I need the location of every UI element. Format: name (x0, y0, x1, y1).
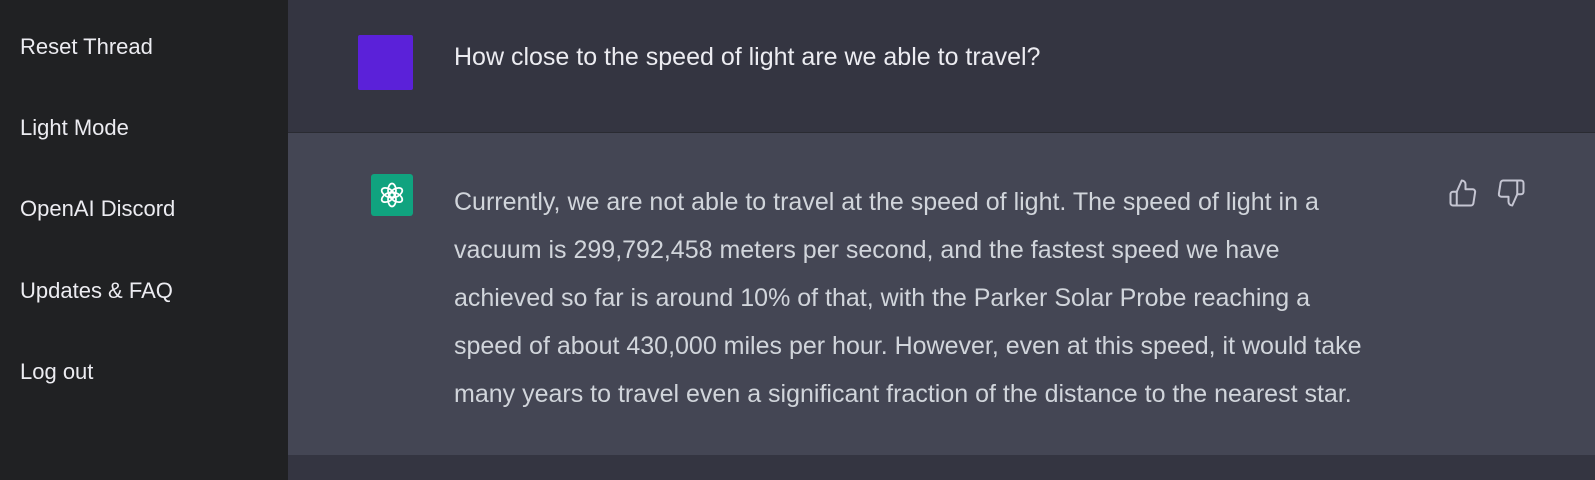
conversation-area: How close to the speed of light are we a… (288, 0, 1595, 480)
sidebar-item-reset-thread[interactable]: Reset Thread (20, 33, 153, 61)
sidebar-item-openai-discord[interactable]: OpenAI Discord (20, 195, 175, 223)
assistant-message-line: vacuum is 299,792,458 meters per second,… (454, 236, 1280, 264)
app-window: Reset Thread Light Mode OpenAI Discord U… (0, 0, 1595, 480)
sidebar-item-log-out[interactable]: Log out (20, 358, 93, 386)
assistant-message-row: Currently, we are not able to travel at … (288, 133, 1595, 455)
openai-logo-icon (371, 174, 413, 216)
sidebar-item-light-mode[interactable]: Light Mode (20, 114, 129, 142)
assistant-message-line: many years to travel even a significant … (454, 380, 1352, 408)
assistant-message-line: speed of about 430,000 miles per hour. H… (454, 332, 1362, 360)
assistant-message-line: achieved so far is around 10% of that, w… (454, 284, 1311, 312)
thumbs-up-icon[interactable] (1448, 178, 1480, 210)
sidebar: Reset Thread Light Mode OpenAI Discord U… (0, 0, 288, 480)
sidebar-item-updates-faq[interactable]: Updates & FAQ (20, 277, 173, 305)
user-avatar (358, 35, 413, 90)
bottom-spacer (288, 455, 1595, 480)
thumbs-down-icon[interactable] (1496, 178, 1528, 210)
assistant-message-line: Currently, we are not able to travel at … (454, 188, 1319, 216)
assistant-message-text: Currently, we are not able to travel at … (454, 178, 1454, 418)
user-message-text: How close to the speed of light are we a… (454, 43, 1041, 71)
user-message-row: How close to the speed of light are we a… (288, 0, 1595, 133)
